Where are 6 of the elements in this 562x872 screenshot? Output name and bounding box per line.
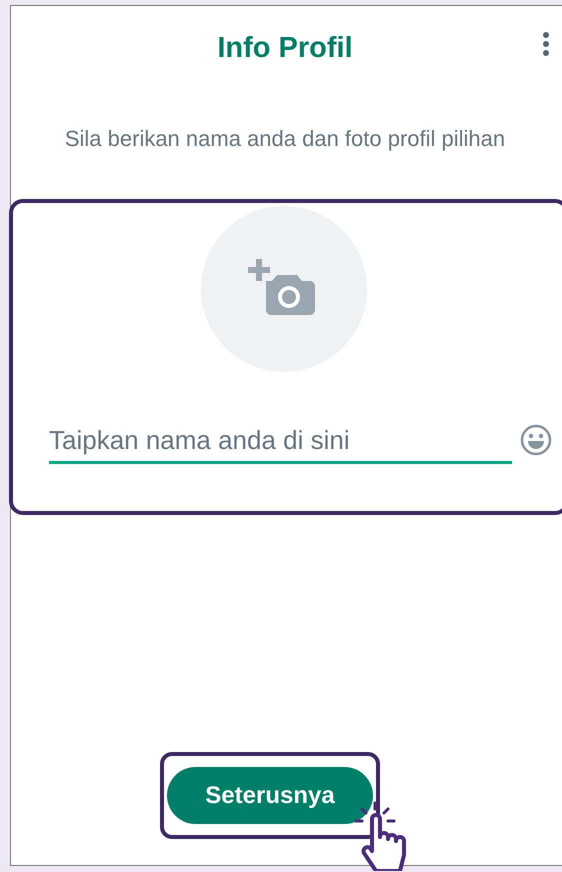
emoji-icon[interactable] [520, 424, 552, 456]
screen-title: Info Profil [217, 30, 353, 66]
next-button[interactable]: Seterusnya [167, 767, 373, 824]
name-input-field[interactable]: Taipkan nama anda di sini [49, 424, 512, 464]
more-options-icon[interactable] [541, 31, 551, 59]
instruction-text: Sila berikan nama anda dan foto profil pilihan [64, 125, 506, 153]
